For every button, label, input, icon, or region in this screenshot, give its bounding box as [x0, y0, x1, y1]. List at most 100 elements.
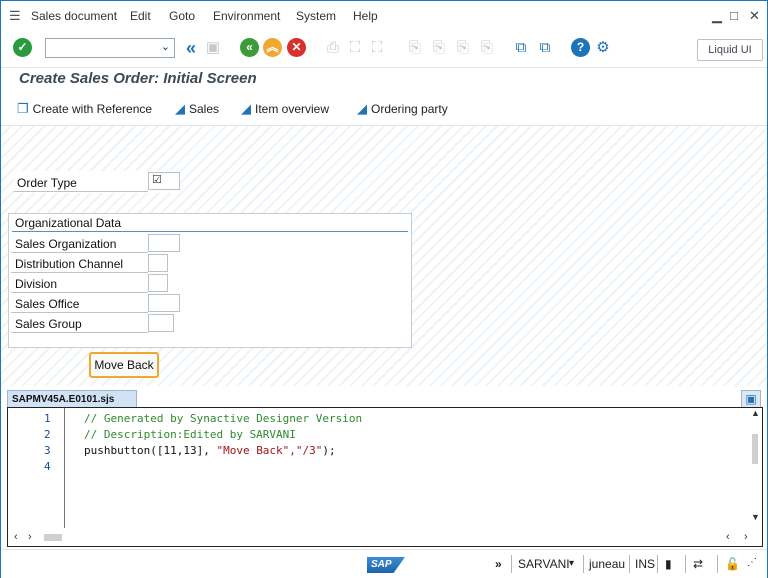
status-divider [511, 555, 512, 573]
status-user: SARVANI [518, 557, 570, 571]
status-divider [717, 555, 718, 573]
expand-status-icon[interactable]: » [495, 557, 502, 571]
line-number: 1 [44, 412, 51, 425]
code-line-statement: pushbutton([11,13], "Move Back","/3"); [84, 444, 336, 457]
minimize-icon[interactable]: ▁ [712, 8, 722, 24]
item-overview-label: Item overview [255, 102, 330, 116]
scroll-left-icon[interactable]: ‹ [726, 531, 730, 543]
shortcut-icon[interactable]: ⧉ [535, 38, 555, 58]
last-page-icon: ⎘ [480, 39, 493, 56]
status-divider [657, 555, 658, 573]
print-icon: ⎙ [326, 39, 339, 56]
line-number: 4 [44, 460, 51, 473]
code-editor[interactable]: 1 2 3 4 // Generated by Synactive Design… [7, 407, 763, 547]
menu-edit[interactable]: Edit [130, 9, 151, 23]
item-overview-button[interactable]: ◢ Item overview [241, 101, 329, 117]
mountain-icon: ◢ [357, 101, 367, 116]
resize-grip-icon: ⋰ [747, 557, 757, 568]
sales-organization-field[interactable] [148, 234, 180, 252]
mountain-icon: ◢ [241, 101, 251, 116]
sales-group-label: Sales Group [15, 317, 82, 331]
settings-gear-icon[interactable]: ⚙ [593, 38, 613, 58]
scroll-up-icon[interactable]: ▲ [751, 408, 760, 418]
sales-office-underline [11, 312, 148, 313]
sap-logo: SAP [367, 557, 405, 573]
sales-label: Sales [189, 102, 220, 116]
ordering-party-button[interactable]: ◢ Ordering party [357, 101, 448, 117]
line-number: 3 [44, 444, 51, 457]
vertical-scroll-thumb[interactable] [752, 434, 758, 464]
exit-icon[interactable]: ︽ [263, 38, 282, 57]
code-line-comment: // Generated by Synactive Designer Versi… [84, 412, 363, 425]
vertical-scrollbar[interactable]: ▲ ▼ [751, 408, 760, 524]
back-icon[interactable]: « [240, 38, 259, 57]
code-function-call: pushbutton([11,13], [84, 444, 217, 457]
scroll-right-icon[interactable]: › [28, 531, 32, 543]
order-type-value: ☑ [152, 174, 162, 186]
chevron-down-icon[interactable]: ⌄ [161, 40, 170, 53]
sales-office-label: Sales Office [15, 297, 80, 311]
group-title-underline [12, 231, 408, 232]
status-dropdown-icon[interactable]: ▾ [569, 558, 574, 569]
status-divider [685, 555, 686, 573]
menu-bar: ☰ Sales document Edit Goto Environment S… [1, 1, 767, 31]
horizontal-scroll-thumb[interactable] [44, 534, 62, 541]
menu-system[interactable]: System [296, 9, 336, 23]
signal-icon: ▮ [665, 557, 672, 571]
cancel-icon[interactable]: ✕ [287, 38, 306, 57]
sales-office-field[interactable] [148, 294, 180, 312]
editor-file-tab[interactable]: SAPMV45A.E0101.sjs [7, 390, 137, 408]
sap-window: ☰ Sales document Edit Goto Environment S… [0, 0, 768, 578]
double-chevron-left-icon[interactable]: « [181, 38, 201, 58]
next-page-icon: ⎘ [456, 39, 469, 56]
horizontal-scrollbar[interactable]: ‹ › ‹ › [8, 530, 762, 546]
move-back-button[interactable]: Move Back [89, 352, 159, 378]
help-icon[interactable]: ? [571, 38, 590, 57]
sales-button[interactable]: ◢ Sales [175, 101, 219, 117]
scroll-left-icon[interactable]: ‹ [14, 531, 18, 543]
group-title: Organizational Data [15, 216, 122, 230]
lock-icon[interactable]: 🔓 [725, 557, 740, 571]
line-number: 2 [44, 428, 51, 441]
code-string-literal: "Move Back","/3" [216, 444, 323, 457]
menu-environment[interactable]: Environment [213, 9, 280, 23]
command-field[interactable]: ⌄ [45, 38, 175, 58]
application-toolbar: ❐ Create with Reference ◢ Sales ◢ Item over… [1, 93, 767, 126]
line-number-gutter [8, 408, 65, 528]
order-type-field[interactable]: ☑ [148, 172, 180, 190]
distribution-channel-label: Distribution Channel [15, 257, 124, 271]
scroll-right-icon[interactable]: › [744, 531, 748, 543]
scroll-down-icon[interactable]: ▼ [751, 512, 760, 522]
transfer-icon: ⇄ [693, 557, 704, 571]
sales-group-field[interactable] [148, 314, 174, 332]
status-server: juneau [589, 557, 626, 571]
status-divider [583, 555, 584, 573]
sales-group-underline [11, 332, 148, 333]
editor-save-icon[interactable]: ▣ [741, 390, 761, 408]
status-divider [629, 555, 630, 573]
menu-help[interactable]: Help [353, 9, 378, 23]
menu-sales-document[interactable]: Sales document [31, 9, 117, 23]
new-session-icon[interactable]: ⧉ [511, 38, 531, 58]
find-icon: ⛶ [349, 39, 361, 56]
code-terminator: ); [322, 444, 336, 457]
maximize-icon[interactable]: □ [730, 8, 738, 23]
enter-icon[interactable]: ✓ [13, 38, 32, 57]
page-title: Create Sales Order: Initial Screen [19, 70, 257, 87]
liquid-ui-button[interactable]: Liquid UI [697, 39, 763, 61]
copy-icon: ❐ [17, 101, 29, 116]
create-with-reference-label: Create with Reference [32, 102, 153, 116]
division-field[interactable] [148, 274, 168, 292]
system-toolbar: ✓ ⌄ « ▣ « ︽ ✕ ⎙ ⛶ ⛶ ⎘ ⎘ ⎘ ⎘ ⧉ ⧉ ? ⚙ Liqu… [1, 31, 767, 68]
menu-icon[interactable]: ☰ [9, 8, 21, 24]
distribution-channel-field[interactable] [148, 254, 168, 272]
create-with-reference-button[interactable]: ❐ Create with Reference [17, 101, 152, 117]
close-icon[interactable]: ✕ [749, 8, 760, 24]
distribution-channel-underline [11, 272, 148, 273]
menu-goto[interactable]: Goto [169, 9, 195, 23]
save-icon: ▣ [205, 39, 221, 56]
division-label: Division [15, 277, 58, 291]
division-underline [11, 292, 148, 293]
order-type-label: Order Type [17, 176, 77, 190]
status-insert-mode: INS [635, 557, 656, 571]
